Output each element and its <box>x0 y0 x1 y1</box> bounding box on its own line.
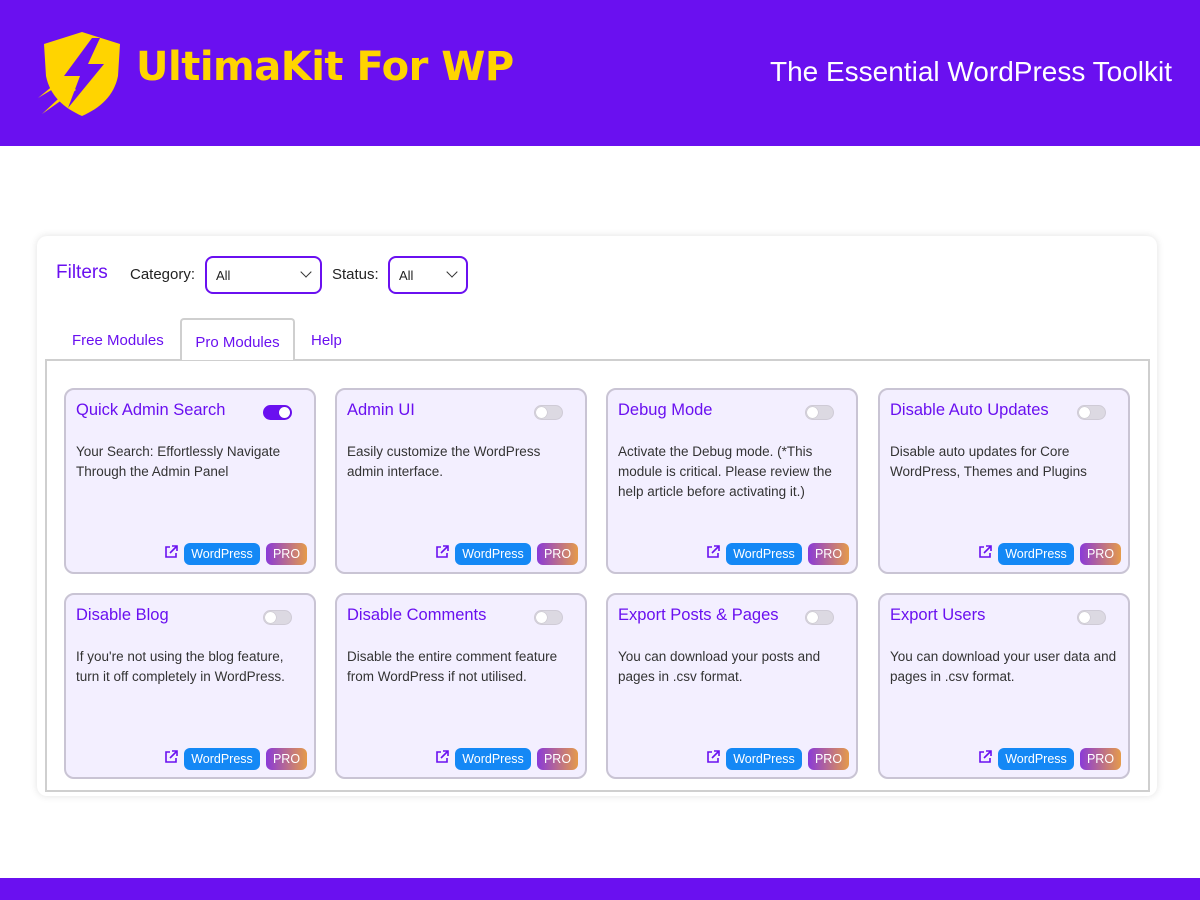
pro-badge: PRO <box>266 748 307 770</box>
module-card: Disable Auto Updates Disable auto updates… <box>878 388 1130 574</box>
pro-badge: PRO <box>808 543 849 565</box>
brand-title: UltimaKit For WP <box>136 44 514 90</box>
module-toggle[interactable] <box>534 405 563 420</box>
module-title: Disable Comments <box>347 606 487 624</box>
shield-lightning-icon <box>38 32 120 116</box>
external-link-icon[interactable] <box>435 750 449 764</box>
module-description: You can download your user data and page… <box>890 649 1117 684</box>
chevron-down-icon <box>446 266 458 278</box>
wordpress-badge: WordPress <box>726 543 802 565</box>
status-label: Status: <box>332 266 379 283</box>
pro-badge: PRO <box>266 543 307 565</box>
module-title: Export Users <box>890 606 986 624</box>
external-link-icon[interactable] <box>706 750 720 764</box>
toggle-knob <box>536 612 547 623</box>
toggle-knob <box>265 612 276 623</box>
wordpress-badge: WordPress <box>726 748 802 770</box>
module-title: Debug Mode <box>618 401 713 419</box>
module-toggle[interactable] <box>1077 610 1106 625</box>
toggle-knob <box>1079 407 1090 418</box>
pro-badge: PRO <box>1080 543 1121 565</box>
category-select[interactable]: All <box>205 256 322 294</box>
module-description: Your Search: Effortlessly Navigate Throu… <box>76 444 281 479</box>
module-card: Disable Blog If you're not using the blog… <box>64 593 316 779</box>
category-label: Category: <box>130 266 196 283</box>
external-link-icon[interactable] <box>978 750 992 764</box>
pro-badge: PRO <box>808 748 849 770</box>
module-toggle[interactable] <box>263 405 292 420</box>
toggle-knob <box>1079 612 1090 623</box>
external-link-icon[interactable] <box>706 545 720 559</box>
toggle-knob <box>536 407 547 418</box>
external-link-icon[interactable] <box>164 545 178 559</box>
module-description: Easily customize the WordPress admin int… <box>347 444 541 479</box>
wordpress-badge: WordPress <box>184 543 260 565</box>
module-title: Disable Blog <box>76 606 169 624</box>
filters-title: Filters <box>56 262 108 283</box>
chevron-down-icon <box>300 266 312 278</box>
module-description: Activate the Debug mode. (*This module i… <box>618 444 832 499</box>
pro-badge: PRO <box>537 748 578 770</box>
wordpress-badge: WordPress <box>455 543 531 565</box>
module-card: Quick Admin Search Your Search: Effortles… <box>64 388 316 574</box>
external-link-icon[interactable] <box>435 545 449 559</box>
module-toggle[interactable] <box>805 405 834 420</box>
tab-free-modules[interactable]: Free Modules <box>72 318 164 360</box>
module-title: Quick Admin Search <box>76 401 226 419</box>
module-title: Admin UI <box>347 401 415 419</box>
module-card: Export Users You can download your user d… <box>878 593 1130 779</box>
tab-help[interactable]: Help <box>311 318 342 360</box>
toggle-knob <box>279 407 290 418</box>
module-description: Disable the entire comment feature from … <box>347 649 558 684</box>
module-toggle[interactable] <box>1077 405 1106 420</box>
wordpress-badge: WordPress <box>998 543 1074 565</box>
module-description: Disable auto updates for Core WordPress,… <box>890 444 1087 479</box>
module-toggle[interactable] <box>805 610 834 625</box>
module-card: Admin UI Easily customize the WordPress a… <box>335 388 587 574</box>
wordpress-badge: WordPress <box>998 748 1074 770</box>
module-card: Debug Mode Activate the Debug mode. (*Thi… <box>606 388 858 574</box>
toggle-knob <box>807 407 818 418</box>
module-toggle[interactable] <box>263 610 292 625</box>
wordpress-badge: WordPress <box>184 748 260 770</box>
category-select-value: All <box>216 268 231 283</box>
footer-bar <box>0 878 1200 900</box>
status-select-value: All <box>399 268 414 283</box>
header-banner: UltimaKit For WP The Essential WordPress… <box>0 0 1200 146</box>
module-title: Disable Auto Updates <box>890 401 1049 419</box>
external-link-icon[interactable] <box>164 750 178 764</box>
tagline: The Essential WordPress Toolkit <box>769 56 1172 87</box>
tab-pro-modules[interactable]: Pro Modules <box>180 318 295 360</box>
module-description: If you're not using the blog feature, tu… <box>76 649 285 684</box>
module-card: Export Posts & Pages You can download you… <box>606 593 858 779</box>
pro-badge: PRO <box>537 543 578 565</box>
status-select[interactable]: All <box>388 256 468 294</box>
pro-badge: PRO <box>1080 748 1121 770</box>
module-description: You can download your posts and pages in… <box>618 649 821 684</box>
module-card: Disable Comments Disable the entire comme… <box>335 593 587 779</box>
toggle-knob <box>807 612 818 623</box>
module-toggle[interactable] <box>534 610 563 625</box>
external-link-icon[interactable] <box>978 545 992 559</box>
module-title: Export Posts & Pages <box>618 606 779 624</box>
wordpress-badge: WordPress <box>455 748 531 770</box>
